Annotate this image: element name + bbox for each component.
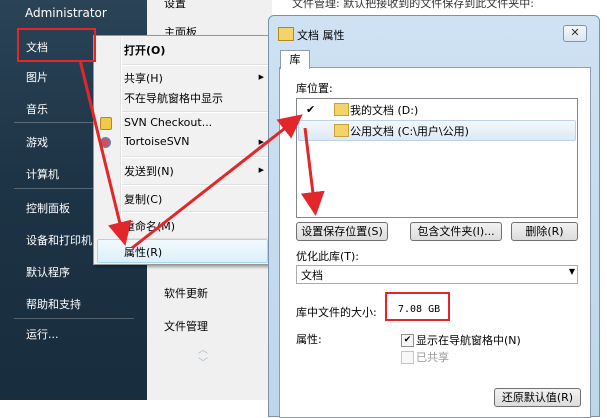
mid-item-clipped[interactable]: 设置	[164, 0, 186, 11]
start-item-control-panel[interactable]: 控制面板	[26, 200, 70, 216]
library-locations-list[interactable]: ✔ 我的文档 (D:) 公用文档 (C:\用户\公用)	[296, 98, 578, 218]
tab-page: 库位置: ✔ 我的文档 (D:) 公用文档 (C:\用户\公用) 设置保存位置(…	[279, 67, 591, 418]
optimize-value: 文档	[301, 269, 323, 282]
close-button[interactable]: ✕	[563, 25, 587, 42]
location-name: 公用文档 (C:\用户\公用)	[350, 125, 469, 138]
submenu-arrow-icon: ▶	[258, 166, 264, 174]
menu-item-tortoisesvn[interactable]: TortoiseSVN	[124, 135, 189, 148]
scroll-down-icon[interactable]: ﹀	[198, 354, 208, 369]
size-label: 库中文件的大小:	[296, 306, 377, 319]
start-item-games[interactable]: 游戏	[26, 134, 48, 150]
menu-item-hide-nav[interactable]: 不在导航窗格中显示	[124, 90, 223, 106]
user-name[interactable]: Administrator	[25, 6, 107, 20]
start-item-run[interactable]: 运行...	[26, 326, 59, 342]
menu-gutter	[120, 38, 122, 262]
tortoisesvn-icon	[100, 137, 111, 148]
set-save-location-button[interactable]: 设置保存位置(S)	[296, 222, 388, 241]
menu-item-properties[interactable]: 属性(R)	[124, 244, 162, 260]
start-separator	[14, 318, 134, 319]
start-item-pictures[interactable]: 图片	[26, 69, 48, 85]
shared-checkbox	[401, 351, 414, 364]
nav-pane-checkbox[interactable]: ✔	[401, 334, 414, 347]
start-item-computer[interactable]: 计算机	[26, 166, 59, 182]
context-menu: 打开(O) 共享(H) ▶ 不在导航窗格中显示 SVN Checkout... …	[93, 35, 272, 265]
list-item[interactable]: 公用文档 (C:\用户\公用)	[298, 120, 576, 141]
list-item[interactable]: ✔ 我的文档 (D:)	[298, 100, 576, 119]
optimize-select[interactable]: 文档 ▼	[296, 265, 578, 284]
location-name: 我的文档 (D:)	[350, 104, 419, 117]
restore-defaults-button[interactable]: 还原默认值(R)	[494, 388, 581, 407]
tab-library[interactable]: 库	[280, 50, 310, 69]
library-locations-label: 库位置:	[296, 82, 333, 95]
menu-item-send-to[interactable]: 发送到(N)	[124, 163, 174, 179]
start-item-help[interactable]: 帮助和支持	[26, 296, 81, 312]
start-item-music[interactable]: 音乐	[26, 101, 48, 117]
start-item-default-programs[interactable]: 默认程序	[26, 264, 70, 280]
folder-icon	[278, 27, 294, 41]
menu-item-copy[interactable]: 复制(C)	[124, 191, 162, 207]
mid-item-file-management[interactable]: 文件管理	[164, 318, 208, 334]
mid-item-software-update[interactable]: 软件更新	[164, 285, 208, 301]
menu-separator	[122, 64, 268, 66]
dialog-title: 文档 属性	[297, 29, 345, 42]
chevron-down-icon: ▼	[568, 267, 575, 276]
submenu-arrow-icon: ▶	[258, 138, 264, 146]
menu-separator	[122, 156, 268, 158]
start-item-devices-printers[interactable]: 设备和打印机	[26, 232, 92, 248]
menu-item-rename[interactable]: 重命名(M)	[124, 218, 175, 234]
nav-pane-label: 显示在导航窗格中(N)	[416, 334, 521, 347]
svn-checkout-icon	[100, 117, 112, 130]
menu-item-svn-checkout[interactable]: SVN Checkout...	[124, 116, 212, 129]
optimize-label: 优化此库(T):	[296, 250, 360, 263]
remove-button[interactable]: 删除(R)	[511, 222, 578, 241]
folder-icon	[334, 124, 349, 137]
menu-item-share[interactable]: 共享(H)	[124, 70, 163, 86]
folder-icon	[334, 103, 349, 116]
attributes-label: 属性:	[296, 333, 322, 346]
highlight-box-size	[385, 292, 450, 321]
menu-separator	[122, 211, 268, 213]
menu-separator	[122, 111, 268, 113]
highlight-box-documents	[17, 28, 96, 62]
menu-item-open[interactable]: 打开(O)	[124, 42, 165, 58]
menu-item-highlight	[97, 239, 268, 263]
properties-dialog: 文档 属性 ✕ 库 库位置: ✔ 我的文档 (D:) 公用文档 (C:\用户\公…	[268, 15, 600, 418]
include-folder-button[interactable]: 包含文件夹(I)...	[410, 222, 502, 241]
submenu-arrow-icon: ▶	[258, 73, 264, 81]
menu-separator	[122, 184, 268, 186]
top-strip-text: 文件管理: 默认把接收到的文件保存到此文件夹中:	[292, 0, 534, 10]
shared-label: 已共享	[416, 351, 449, 364]
default-check-icon: ✔	[306, 103, 316, 116]
